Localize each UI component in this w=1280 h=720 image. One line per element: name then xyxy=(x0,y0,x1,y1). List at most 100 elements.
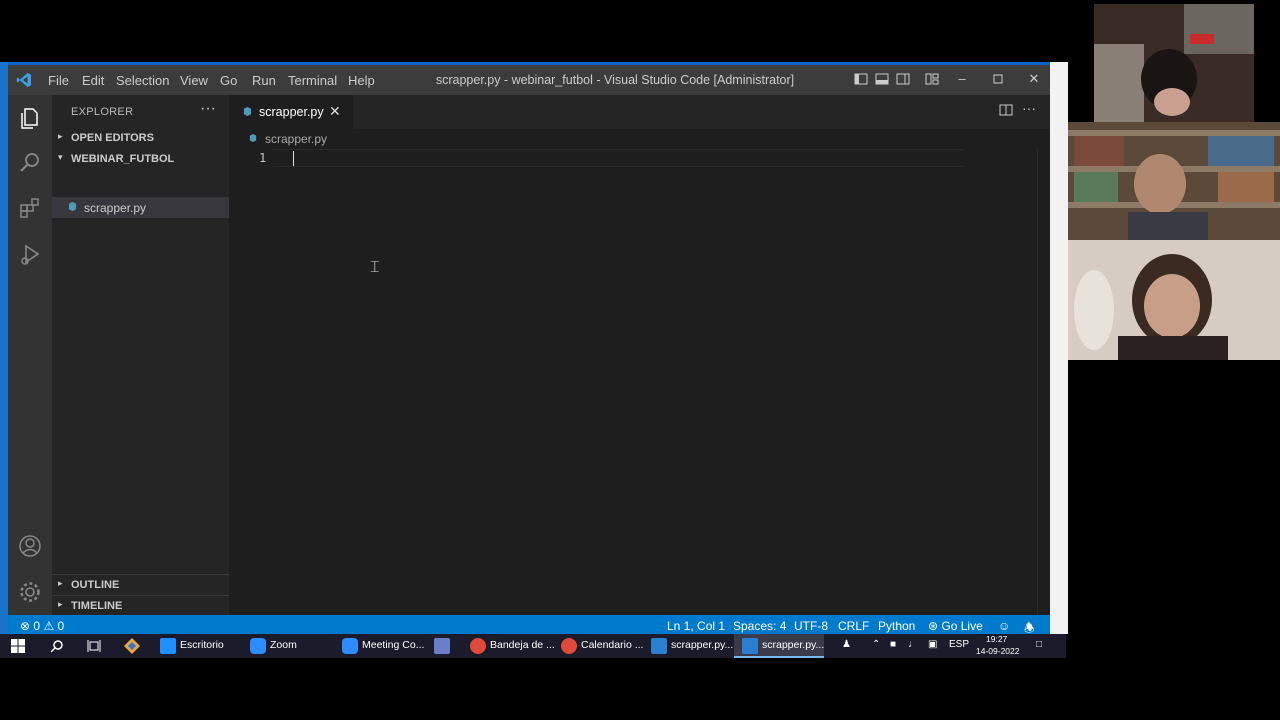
broadcast-icon: ⊛ xyxy=(928,619,939,633)
editor-more-actions-icon[interactable]: ··· xyxy=(1022,100,1036,116)
warning-count: 0 xyxy=(57,619,65,633)
keyboard-language[interactable]: ESP xyxy=(949,639,969,650)
explorer-icon[interactable] xyxy=(17,105,43,131)
indentation-status[interactable]: Spaces: 4 xyxy=(733,619,786,633)
desktop-background xyxy=(0,62,8,658)
outline-label: OUTLINE xyxy=(71,579,120,591)
vscode-window: File Edit Selection View Go Run Terminal… xyxy=(8,62,1066,637)
floppy-disk-icon xyxy=(434,638,450,654)
taskbar-label: scrapper.py... xyxy=(671,639,734,651)
video-participant-1 xyxy=(1094,4,1254,122)
line-number: 1 xyxy=(259,151,267,165)
more-actions-icon[interactable]: ··· xyxy=(200,100,216,118)
run-debug-icon[interactable] xyxy=(17,241,43,267)
vscode-icon xyxy=(742,638,758,654)
taskbar-item-bandeja[interactable]: Bandeja de ... xyxy=(462,634,555,658)
taskbar-item-calendario[interactable]: Calendario ... xyxy=(553,634,644,658)
file-name: scrapper.py xyxy=(84,201,147,215)
task-view-icon[interactable] xyxy=(87,639,101,653)
taskbar-item-meeting[interactable]: Meeting Co... xyxy=(334,634,424,658)
language-status[interactable]: Python xyxy=(878,619,915,633)
app-diamond-icon[interactable] xyxy=(124,638,140,654)
open-editors-section[interactable]: ▸ OPEN EDITORS xyxy=(52,128,229,148)
text-cursor xyxy=(293,151,294,166)
manage-gear-icon[interactable] xyxy=(17,579,43,605)
taskbar-item-save[interactable] xyxy=(426,634,460,658)
problems-status[interactable]: ⊗ 0 ⚠ 0 xyxy=(20,619,64,633)
chevron-right-icon: ▸ xyxy=(58,131,63,141)
close-window-icon[interactable]: ✕ xyxy=(1027,72,1041,86)
windows-taskbar: Escritorio Zoom Meeting Co... Bandeja de… xyxy=(0,634,1066,658)
search-icon[interactable] xyxy=(50,639,64,653)
volume-icon[interactable]: ♩ xyxy=(908,639,918,650)
tab-scrapper[interactable]: scrapper.py ✕ xyxy=(229,95,353,129)
taskbar-item-zoom[interactable]: Zoom xyxy=(242,634,330,658)
explorer-title: EXPLORER xyxy=(71,106,134,118)
search-icon[interactable] xyxy=(17,149,43,175)
toggle-sidebar-icon[interactable] xyxy=(854,72,868,86)
action-center-icon[interactable]: □ xyxy=(1036,639,1042,650)
taskbar-label: scrapper.py... xyxy=(762,639,825,651)
clock-date[interactable]: 14-09-2022 xyxy=(976,646,1019,656)
warning-icon: ⚠ xyxy=(43,619,55,633)
windows-start-icon[interactable] xyxy=(11,639,25,653)
extensions-icon[interactable] xyxy=(17,195,43,221)
maximize-icon[interactable] xyxy=(991,72,1005,86)
video-participant-2 xyxy=(1068,122,1280,240)
feedback-icon[interactable]: ☺ xyxy=(998,619,1010,633)
chrome-icon xyxy=(470,638,486,654)
encoding-status[interactable]: UTF-8 xyxy=(794,619,828,633)
error-count: 0 xyxy=(33,619,41,633)
chevron-right-icon: ▸ xyxy=(58,599,63,609)
taskbar-item-vscode-1[interactable]: scrapper.py... xyxy=(643,634,734,658)
taskbar-label: Zoom xyxy=(270,639,297,651)
python-file-icon xyxy=(243,107,252,116)
split-editor-icon[interactable] xyxy=(999,103,1013,117)
toggle-panel-icon[interactable] xyxy=(875,72,889,86)
taskbar-label: Escritorio xyxy=(180,639,224,651)
zoom-icon xyxy=(250,638,266,654)
chevron-up-icon[interactable]: ⌃ xyxy=(872,639,880,650)
taskbar-label: Calendario ... xyxy=(581,639,644,651)
close-tab-icon[interactable]: ✕ xyxy=(329,103,341,120)
tab-label: scrapper.py xyxy=(259,105,324,119)
file-item-scrapper[interactable]: scrapper.py xyxy=(52,197,229,218)
error-icon: ⊗ xyxy=(20,619,31,633)
open-editors-label: OPEN EDITORS xyxy=(71,132,154,144)
breadcrumb: scrapper.py xyxy=(229,129,1066,149)
breadcrumb-file[interactable]: scrapper.py xyxy=(265,132,327,146)
minimize-icon[interactable]: – xyxy=(955,72,969,86)
taskbar-label: Bandeja de ... xyxy=(490,639,555,651)
activity-bar xyxy=(8,95,52,615)
people-icon[interactable]: ♟ xyxy=(842,639,851,650)
outline-section[interactable]: ▸ OUTLINE xyxy=(52,574,229,595)
network-icon[interactable]: ▣ xyxy=(928,639,937,650)
current-line-highlight xyxy=(273,149,963,167)
customize-layout-icon[interactable] xyxy=(925,72,939,86)
antivirus-icon[interactable]: ■ xyxy=(890,639,896,650)
zoom-meeting-icon xyxy=(342,638,358,654)
toggle-secondary-sidebar-icon[interactable] xyxy=(896,72,910,86)
clock-time[interactable]: 19:27 xyxy=(986,634,1007,644)
taskbar-item-escritorio[interactable]: Escritorio xyxy=(152,634,238,658)
accounts-icon[interactable] xyxy=(17,533,43,559)
explorer-sidebar: EXPLORER ··· ▸ OPEN EDITORS ▾ WEBINAR_FU… xyxy=(52,95,229,615)
cursor-position[interactable]: Ln 1, Col 1 xyxy=(667,619,725,633)
eol-status[interactable]: CRLF xyxy=(838,619,869,633)
chevron-down-icon: ▾ xyxy=(58,152,63,162)
chevron-right-icon: ▸ xyxy=(58,578,63,588)
timeline-label: TIMELINE xyxy=(71,600,123,612)
python-file-icon xyxy=(249,134,257,142)
vscode-icon xyxy=(651,638,667,654)
folder-section[interactable]: ▾ WEBINAR_FUTBOL xyxy=(52,149,229,169)
python-file-icon xyxy=(68,202,77,211)
go-live-button[interactable]: ⊛ Go Live xyxy=(928,619,983,633)
timeline-section[interactable]: ▸ TIMELINE xyxy=(52,595,229,616)
title-bar: File Edit Selection View Go Run Terminal… xyxy=(8,65,1066,95)
go-live-label: Go Live xyxy=(941,619,983,633)
taskbar-item-vscode-2[interactable]: scrapper.py... xyxy=(734,634,824,658)
folder-label: WEBINAR_FUTBOL xyxy=(71,153,175,165)
code-editor[interactable]: 1 xyxy=(229,149,1066,615)
ibeam-cursor-icon: ⌶ xyxy=(370,259,380,276)
editor-tabs: scrapper.py ✕ ··· xyxy=(229,95,1066,129)
